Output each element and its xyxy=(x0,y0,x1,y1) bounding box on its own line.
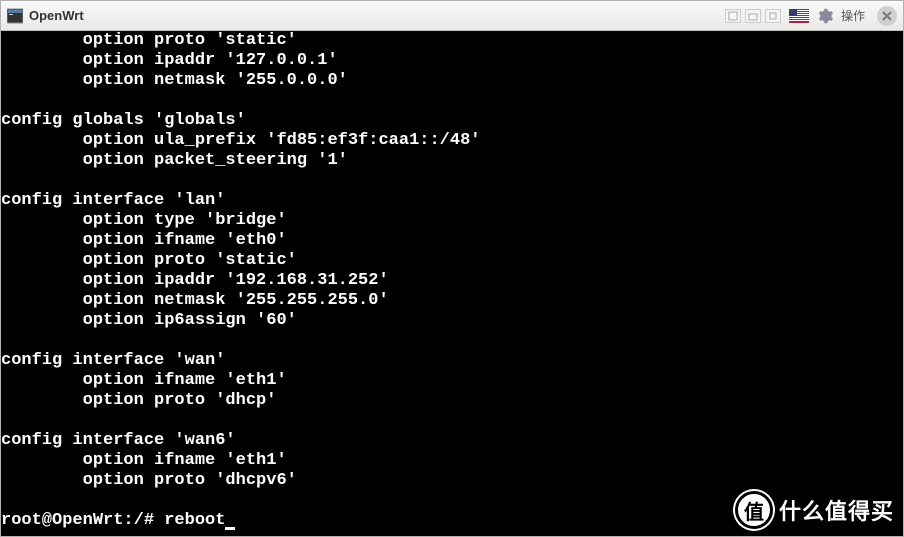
terminal-icon xyxy=(7,8,23,24)
titlebar-controls: 操作 xyxy=(725,6,897,26)
terminal-output[interactable]: option proto 'static' option ipaddr '127… xyxy=(1,31,903,536)
shell-prompt: root@OpenWrt:/# xyxy=(1,511,164,530)
action-label[interactable]: 操作 xyxy=(841,7,865,24)
shell-command: reboot xyxy=(164,511,225,530)
watermark: 值 什么值得买 xyxy=(735,491,894,529)
window-button-1[interactable] xyxy=(725,9,741,23)
close-button[interactable] xyxy=(877,6,897,26)
cursor xyxy=(225,527,235,530)
watermark-badge: 值 xyxy=(735,491,773,529)
app-window: OpenWrt xyxy=(0,0,904,537)
titlebar: OpenWrt xyxy=(1,1,903,31)
window-title: OpenWrt xyxy=(29,8,84,23)
gear-icon[interactable] xyxy=(817,8,833,24)
watermark-text: 什么值得买 xyxy=(779,494,894,526)
window-button-3[interactable] xyxy=(765,9,781,23)
window-button-2[interactable] xyxy=(745,9,761,23)
us-flag-icon[interactable] xyxy=(789,9,809,23)
